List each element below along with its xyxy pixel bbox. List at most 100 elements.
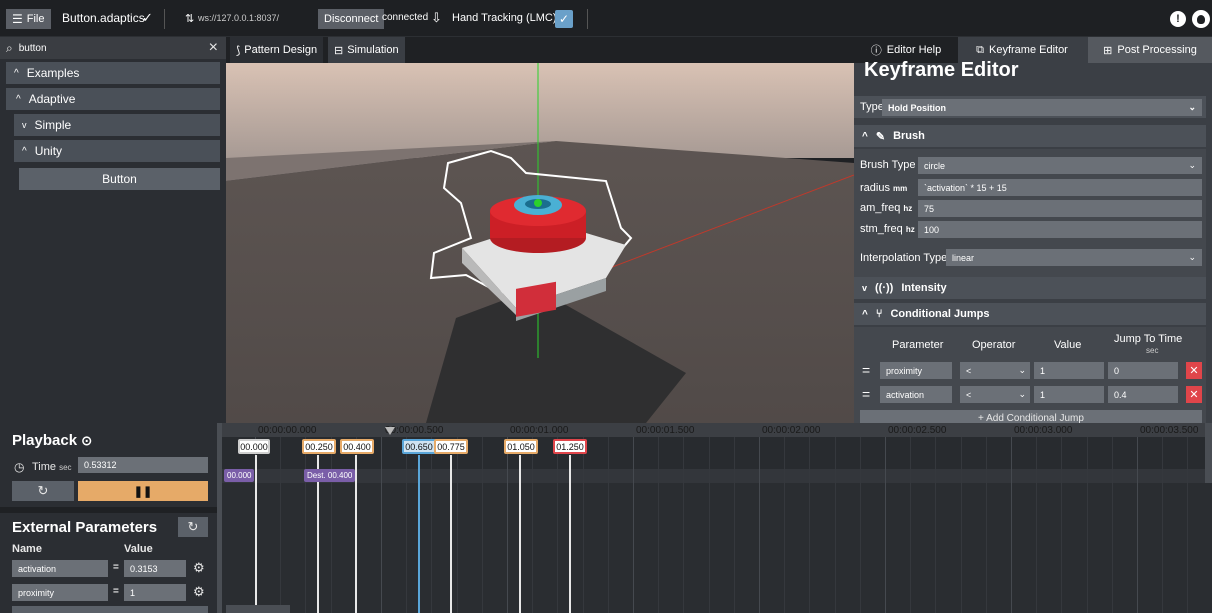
keyframe-editor-panel: ⓘ Editor Help ⧉ Keyframe Editor ⊞ Post P… [854, 37, 1212, 423]
chevron-up-icon: ^ [22, 145, 27, 157]
name-header: Name [12, 543, 42, 555]
jump-time-input[interactable]: 0.4 [1108, 386, 1178, 403]
grid-line [708, 437, 710, 613]
keyframe[interactable]: 00.000 [238, 439, 270, 454]
keyframe[interactable]: 00.775 [434, 439, 468, 454]
am-freq-input[interactable]: 75 [918, 200, 1202, 217]
delete-jump-button[interactable]: ✕ [1186, 386, 1202, 403]
tree-item-adaptive[interactable]: ^ Adaptive [6, 88, 220, 110]
jump-destination-marker[interactable]: Dest. 00.400 [304, 469, 356, 482]
delete-jump-button[interactable]: ✕ [1186, 362, 1202, 379]
grid-line [985, 437, 987, 613]
start-marker[interactable]: 00.000 [224, 469, 255, 482]
gear-icon[interactable]: ⚙ [193, 560, 205, 576]
ruler-label: 00:00:01.000 [510, 425, 569, 436]
tree-item-unity[interactable]: ^ Unity [14, 140, 220, 162]
grid-line [456, 437, 458, 613]
chevron-down-icon: ⌄ [1188, 160, 1196, 170]
project-name: Button.adaptics [62, 11, 145, 25]
brush-type-label: Brush Type [860, 159, 916, 171]
grid-icon: ⊞ [1103, 44, 1113, 57]
jump-time-input[interactable]: 0 [1108, 362, 1178, 379]
keyframe-line [450, 455, 452, 613]
timeline[interactable]: 00:00:00.000 00:00:00.500 00:00:01.000 0… [222, 423, 1212, 613]
grid-line [1111, 437, 1113, 613]
timeline-scrollbar[interactable] [226, 605, 290, 613]
disconnect-button[interactable]: Disconnect [318, 9, 385, 29]
add-conditional-jump-button[interactable]: + Add Conditional Jump [860, 410, 1202, 423]
info-icon[interactable]: ! [1170, 11, 1186, 27]
keyframe[interactable]: 00.250 [302, 439, 336, 454]
simulation-viewport[interactable] [226, 63, 854, 423]
tree-item-simple[interactable]: v Simple [14, 114, 220, 136]
tab-post-processing[interactable]: ⊞ Post Processing [1088, 37, 1212, 63]
sort-icon: ⇅ [185, 13, 195, 25]
grid-line [910, 437, 912, 613]
jumps-header-time: Jump To Time [1114, 333, 1183, 345]
grid-line [406, 437, 408, 613]
timeline-vertical-scrollbar[interactable] [1205, 423, 1212, 483]
file-menu-button[interactable]: ☰ File [6, 9, 51, 29]
type-select[interactable]: Hold Position ⌄ [882, 99, 1202, 116]
reset-button[interactable]: ↻ [12, 481, 74, 501]
grid-line [1086, 437, 1088, 613]
jump-param-select[interactable]: proximity [880, 362, 952, 379]
param-name-field[interactable]: proximity [12, 584, 108, 601]
jump-value-input[interactable]: 1 [1034, 362, 1104, 379]
grid-line [733, 437, 735, 613]
param-value-field[interactable]: 0.3153 [124, 560, 186, 577]
playhead-marker[interactable] [385, 427, 395, 435]
pause-button[interactable]: ❚❚ [78, 481, 208, 501]
keyframe-selected[interactable]: 00.650 [402, 439, 436, 454]
jump-param-select[interactable]: activation [880, 386, 952, 403]
drag-handle-icon[interactable]: = [862, 362, 870, 378]
grid-line [1187, 437, 1189, 613]
jump-value-input[interactable]: 1 [1034, 386, 1104, 403]
ruler-label: 00:00:02.000 [762, 425, 821, 436]
keyframe-icon: ⧉ [976, 43, 984, 56]
tab-pattern-design[interactable]: ⟆ Pattern Design [230, 37, 324, 63]
chevron-down-icon: v [22, 120, 27, 130]
keyframe-line [418, 455, 420, 613]
clear-search-icon[interactable]: × [209, 39, 218, 57]
brush-icon: ✎ [875, 130, 886, 143]
gamepad-icon: ⊟ [334, 44, 344, 57]
chevron-down-icon: ⌄ [1018, 389, 1026, 399]
grid-line [784, 437, 786, 613]
reset-params-button[interactable]: ↻ [178, 517, 208, 537]
conditional-jumps-section-header[interactable]: ^ ⑂ Conditional Jumps [854, 303, 1206, 325]
intensity-section-header[interactable]: v ((·)) Intensity [854, 277, 1206, 299]
tree-item-examples[interactable]: ^ Examples [6, 62, 220, 84]
add-param-row[interactable] [12, 606, 208, 613]
jump-operator-select[interactable]: < ⌄ [960, 362, 1030, 379]
param-name-field[interactable]: activation [12, 560, 108, 577]
interpolation-select[interactable]: linear ⌄ [946, 249, 1202, 266]
search-input[interactable]: button [19, 43, 47, 54]
keyframe[interactable]: 01.250 [553, 439, 587, 454]
gear-icon[interactable]: ⚙ [193, 584, 205, 600]
playback-title: Playback ⊙ [12, 432, 93, 449]
grid-line [885, 437, 886, 613]
grid-line [431, 437, 433, 613]
example-button-item[interactable]: Button [19, 168, 220, 190]
brush-section-header[interactable]: ^ ✎ Brush [854, 125, 1206, 147]
drag-handle-icon[interactable]: = [862, 386, 870, 402]
keyframe[interactable]: 01.050 [504, 439, 538, 454]
ws-address[interactable]: ws://127.0.0.1:8037/ [198, 13, 279, 23]
param-value-field[interactable]: 1 [124, 584, 186, 601]
hand-tracking-checkbox[interactable]: ✓ [555, 10, 573, 28]
jump-operator-select[interactable]: < ⌄ [960, 386, 1030, 403]
brush-type-select[interactable]: circle ⌄ [918, 157, 1202, 174]
time-input[interactable]: 0.53312 [78, 457, 208, 473]
connection-status: connected [382, 12, 429, 23]
jump-track [222, 469, 1212, 483]
github-icon[interactable] [1192, 10, 1210, 28]
grid-line [935, 437, 937, 613]
tab-simulation[interactable]: ⊟ Simulation [328, 37, 405, 63]
stm-freq-input[interactable]: 100 [918, 221, 1202, 238]
grid-line [532, 437, 534, 613]
keyframe[interactable]: 00.400 [340, 439, 374, 454]
examples-panel: ⌕ button × ^ Examples ^ Adaptive v Simpl… [0, 37, 226, 423]
radius-input[interactable]: `activation` * 15 + 15 [918, 179, 1202, 196]
grid-line [330, 437, 332, 613]
